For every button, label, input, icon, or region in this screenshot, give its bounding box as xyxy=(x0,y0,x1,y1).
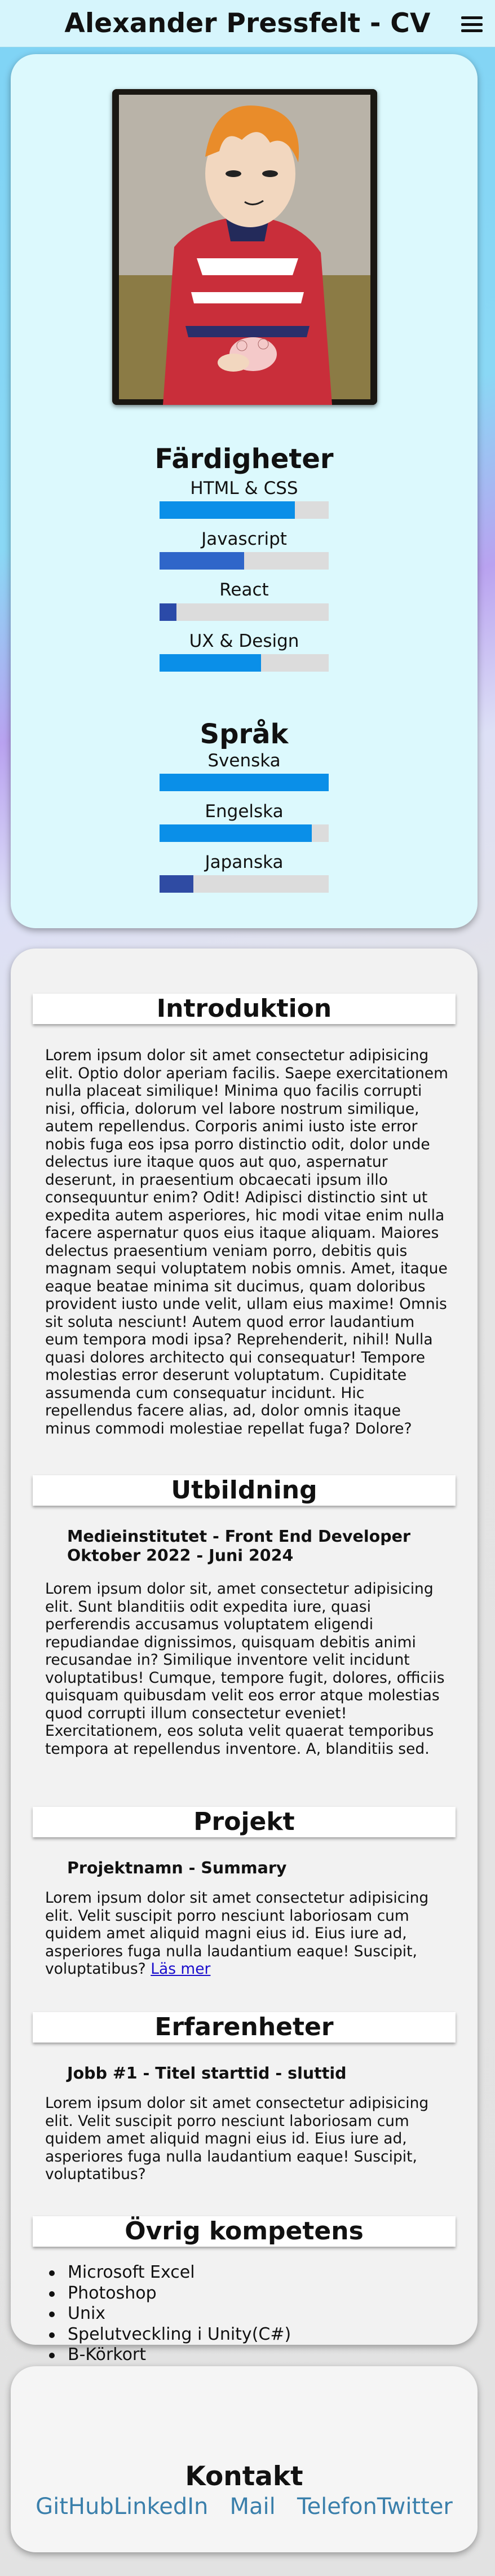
hamburger-menu-icon[interactable] xyxy=(461,16,483,32)
language-bar-engelska xyxy=(160,824,329,842)
project-title: Projektnamn - Summary xyxy=(67,1859,287,1877)
github-link[interactable]: GitHub xyxy=(36,2494,114,2520)
education-title: Medieinstitutet - Front End Developer Ok… xyxy=(67,1527,410,1565)
experience-heading: Erfarenheter xyxy=(33,2012,456,2043)
language-bar-svenska xyxy=(160,774,329,791)
list-item: B-Körkort xyxy=(45,2345,291,2366)
skill-label: UX & Design xyxy=(189,631,299,651)
education-program: Medieinstitutet - Front End Developer xyxy=(67,1527,410,1546)
skills-title: Färdigheter xyxy=(154,443,334,475)
project-text: Lorem ipsum dolor sit amet consectetur a… xyxy=(45,1889,448,1978)
skill-label: React xyxy=(219,580,269,600)
skill-bar-javascript xyxy=(160,552,329,570)
skill-label: Javascript xyxy=(201,529,287,549)
skill-bar-fill xyxy=(160,603,176,621)
list-item: Unix xyxy=(45,2304,291,2324)
languages-title: Språk xyxy=(200,718,289,750)
education-heading: Utbildning xyxy=(33,1475,456,1506)
intro-text: Lorem ipsum dolor sit amet consectetur a… xyxy=(45,1047,448,1437)
job-text: Lorem ipsum dolor sit amet consectetur a… xyxy=(45,2094,429,2183)
skill-bar-fill xyxy=(160,552,244,570)
language-bar-fill xyxy=(160,875,193,893)
skill-bar-fill xyxy=(160,501,295,519)
contact-title: Kontakt xyxy=(185,2461,303,2492)
skill-bar-fill xyxy=(160,654,261,672)
language-label: Japanska xyxy=(205,852,284,872)
phone-link[interactable]: Telefon xyxy=(297,2494,377,2520)
education-text: Lorem ipsum dolor sit, amet consectetur … xyxy=(45,1580,445,1758)
skill-bar-html-css xyxy=(160,501,329,519)
intro-heading: Introduktion xyxy=(33,994,456,1024)
other-skills-list: Microsoft Excel Photoshop Unix Spelutvec… xyxy=(45,2262,291,2366)
list-item: Photoshop xyxy=(45,2283,291,2304)
language-label: Engelska xyxy=(205,801,284,822)
page-title: Alexander Pressfelt - CV xyxy=(64,8,431,39)
top-bar: Alexander Pressfelt - CV xyxy=(0,0,495,47)
language-bar-fill xyxy=(160,824,312,842)
profile-photo xyxy=(112,89,377,405)
linkedin-link[interactable]: LinkedIn xyxy=(114,2494,209,2520)
language-label: Svenska xyxy=(207,751,281,771)
mail-link[interactable]: Mail xyxy=(230,2494,276,2520)
list-item: Spelutveckling i Unity(C#) xyxy=(45,2324,291,2345)
contact-links: GitHubLinkedIn Mail TelefonTwitter xyxy=(11,2494,478,2520)
projects-heading: Projekt xyxy=(33,1807,456,1837)
project-description: Lorem ipsum dolor sit amet consectetur a… xyxy=(45,1889,429,1978)
skill-label: HTML & CSS xyxy=(190,478,298,499)
read-more-link[interactable]: Läs mer xyxy=(151,1960,210,1978)
language-bar-japanska xyxy=(160,875,329,893)
list-item: Microsoft Excel xyxy=(45,2262,291,2283)
profile-card: Färdigheter HTML & CSS Javascript React … xyxy=(11,54,478,928)
contact-card: Kontakt GitHubLinkedIn Mail TelefonTwitt… xyxy=(11,2366,478,2552)
twitter-link[interactable]: Twitter xyxy=(377,2494,453,2520)
skill-bar-ux-design xyxy=(160,654,329,672)
other-skills-heading: Övrig kompetens xyxy=(33,2216,456,2247)
skill-bar-react xyxy=(160,603,329,621)
main-content-card: Introduktion Lorem ipsum dolor sit amet … xyxy=(11,949,478,2365)
job-title: Jobb #1 - Titel starttid - sluttid xyxy=(67,2064,347,2083)
education-dates: Oktober 2022 - Juni 2024 xyxy=(67,1546,294,1565)
language-bar-fill xyxy=(160,774,329,791)
